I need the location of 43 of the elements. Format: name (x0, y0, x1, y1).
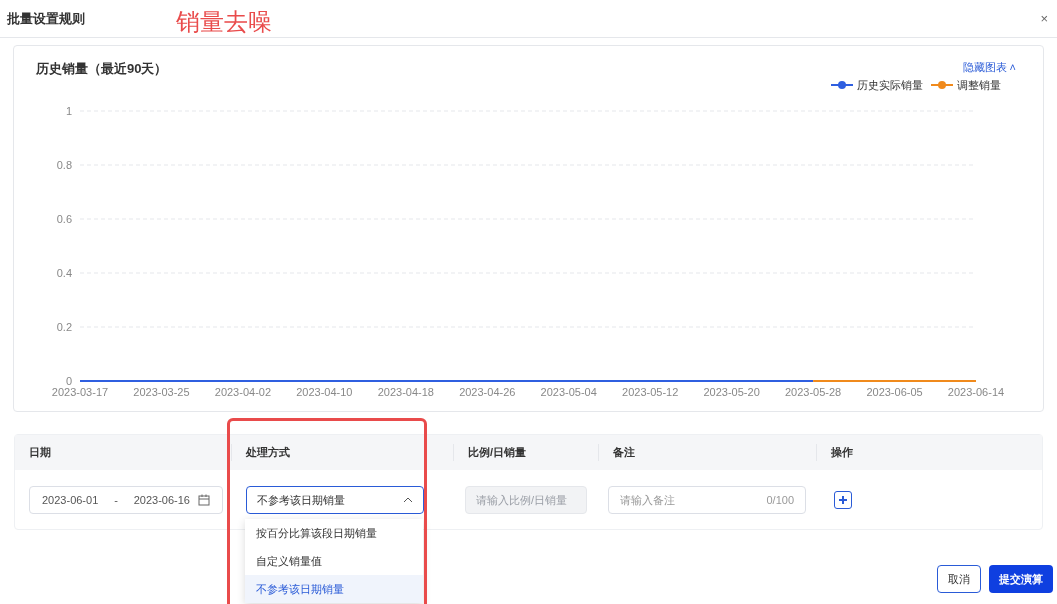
x-axis-label: 2023-04-18 (377, 386, 434, 398)
x-axis-label: 2023-05-20 (703, 386, 760, 398)
method-select[interactable]: 不参考该日期销量 (246, 486, 424, 514)
legend-label: 历史实际销量 (857, 78, 923, 93)
x-axis-label: 2023-06-05 (866, 386, 923, 398)
close-icon[interactable]: × (1040, 8, 1050, 29)
add-button[interactable] (834, 491, 852, 509)
hide-chart-link[interactable]: 隐藏图表 ˄ (962, 59, 1016, 76)
column-header: 比例/日销量 (468, 446, 527, 459)
submit-button[interactable]: 提交演算 (989, 565, 1053, 593)
x-axis-label: 2023-04-26 (459, 386, 516, 398)
y-axis-label: 0.6 (56, 213, 72, 225)
dropdown-option[interactable]: 自定义销量值 (245, 547, 423, 575)
date-range-field[interactable]: 2023-06-01 - 2023-06-16 (29, 486, 223, 514)
x-axis-label: 2023-05-12 (622, 386, 679, 398)
column-header: 操作 (831, 446, 853, 459)
x-axis-label: 2023-05-28 (784, 386, 842, 398)
annotation-text: 销量去噪 (176, 7, 272, 37)
dialog-title: 批量设置规则 (7, 9, 85, 28)
x-axis-label: 2023-05-04 (540, 386, 597, 398)
y-axis-label: 0 (65, 375, 72, 387)
chart-title: 历史销量（最近90天） (36, 60, 168, 78)
legend-marker-icon (831, 80, 853, 91)
legend-marker-icon (931, 80, 953, 91)
y-axis-label: 0.2 (56, 321, 72, 333)
x-axis-label: 2023-06-14 (947, 386, 1005, 398)
plus-icon (838, 495, 848, 505)
column-header: 备注 (613, 446, 635, 459)
calendar-icon (198, 494, 210, 506)
x-axis-label: 2023-03-25 (133, 386, 190, 398)
legend-label: 调整销量 (957, 78, 1001, 93)
dropdown-option[interactable]: 不参考该日期销量 (245, 575, 423, 603)
x-axis-label: 2023-03-17 (51, 386, 109, 398)
column-header: 处理方式 (246, 446, 290, 459)
column-header: 日期 (29, 446, 51, 459)
x-axis-label: 2023-04-02 (214, 386, 272, 398)
chevron-icon (403, 497, 413, 503)
y-axis-label: 1 (65, 105, 72, 117)
y-axis-label: 0.8 (56, 159, 72, 171)
y-axis-label: 0.4 (56, 267, 72, 279)
x-axis-label: 2023-04-10 (296, 386, 353, 398)
cancel-button[interactable]: 取消 (937, 565, 981, 593)
dropdown-option[interactable]: 按百分比算该段日期销量 (245, 519, 423, 547)
